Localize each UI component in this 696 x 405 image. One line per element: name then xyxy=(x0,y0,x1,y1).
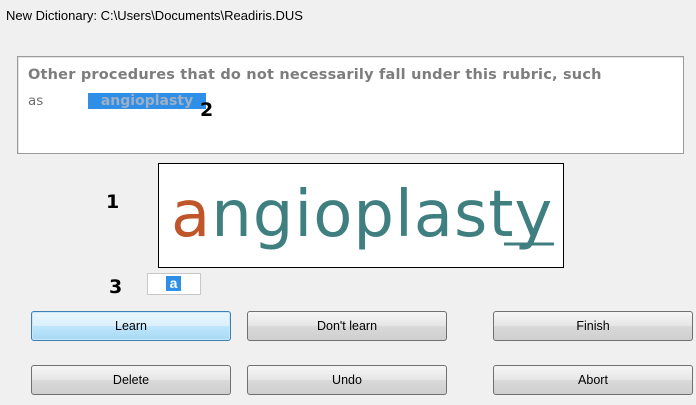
highlighted-word: angioplasty xyxy=(88,93,206,109)
learn-button[interactable]: Learn xyxy=(31,311,231,341)
context-line-1: Other procedures that do not necessarily… xyxy=(28,67,602,83)
svg-text:angioplasty: angioplasty xyxy=(171,178,553,252)
dont-learn-button[interactable]: Don't learn xyxy=(247,311,447,341)
abort-button[interactable]: Abort xyxy=(493,365,693,395)
callout-1: 1 xyxy=(106,191,120,213)
scanned-first-char: a xyxy=(171,178,211,252)
character-input-value[interactable]: a xyxy=(166,276,181,291)
character-input[interactable]: a xyxy=(147,273,201,295)
window-title: New Dictionary: C:\Users\Documents\Readi… xyxy=(6,8,303,23)
context-text-box: Other procedures that do not necessarily… xyxy=(17,56,684,154)
scanned-rest-chars: ngioplasty xyxy=(211,178,553,252)
scanned-word-image: angioplasty xyxy=(158,163,564,268)
context-line-2-prefix: as xyxy=(28,93,44,109)
scanned-word-svg: angioplasty xyxy=(171,178,554,252)
delete-button[interactable]: Delete xyxy=(31,365,231,395)
callout-3: 3 xyxy=(109,276,123,298)
finish-button[interactable]: Finish xyxy=(493,311,693,341)
undo-button[interactable]: Undo xyxy=(247,365,447,395)
callout-2: 2 xyxy=(200,99,214,121)
